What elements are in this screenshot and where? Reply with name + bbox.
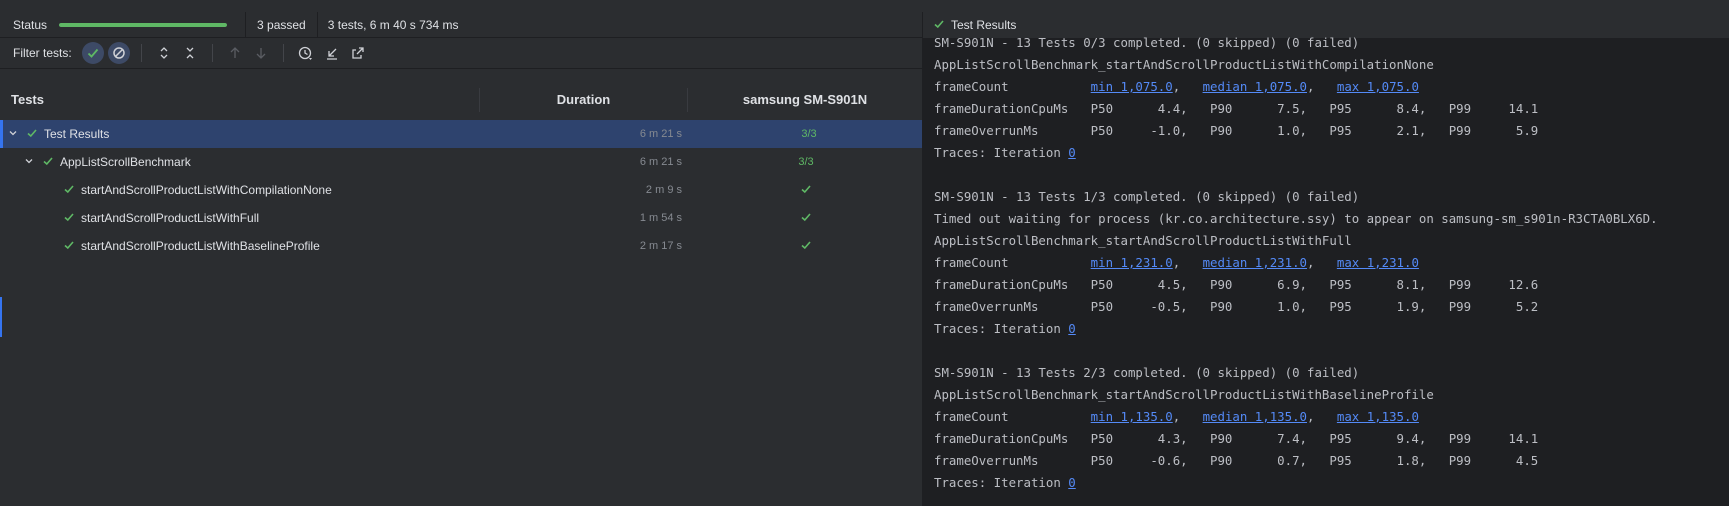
trace-iteration-link[interactable]: 0 — [1068, 475, 1075, 490]
tree-row-test[interactable]: startAndScrollProductListWithFull 1 m 54… — [0, 204, 922, 232]
toolbar-separator — [140, 44, 142, 62]
passed-check-icon — [63, 183, 75, 198]
device-result: 3/3 — [798, 156, 814, 168]
device-result: 3/3 — [801, 128, 817, 140]
tree-row-test[interactable]: startAndScrollProductListWithBaselinePro… — [0, 232, 922, 260]
separator — [316, 12, 318, 37]
show-ignored-icon[interactable] — [107, 42, 130, 64]
console-line: frameOverrunMs P50 -0.5, P90 1.0, P95 1.… — [934, 299, 1539, 314]
console-line: Traces: Iteration 0 — [934, 318, 1658, 340]
tree-item-label: startAndScrollProductListWithCompilation… — [81, 183, 332, 197]
toolbar-separator — [282, 44, 284, 62]
traces-label: Traces: Iteration — [934, 145, 1069, 160]
progress-bar — [59, 22, 228, 27]
tree-item-label: startAndScrollProductListWithBaselinePro… — [81, 239, 320, 253]
output-title: Test Results — [951, 18, 1017, 32]
previous-failed-icon[interactable] — [224, 42, 246, 64]
frame-count-min-link[interactable]: min 1,075.0 — [1091, 79, 1173, 94]
metric-label: frameCount — [934, 409, 1009, 424]
console-line: Traces: Iteration 0 — [934, 472, 1658, 494]
passed-check-icon — [26, 127, 38, 142]
traces-label: Traces: Iteration — [934, 475, 1069, 490]
frame-count-median-link[interactable]: median 1,075.0 — [1203, 79, 1307, 94]
progress-fill — [59, 22, 228, 27]
chevron-down-icon[interactable] — [24, 155, 38, 169]
tree-item-label: Test Results — [44, 127, 110, 141]
duration-value: 2 m 9 s — [645, 184, 682, 196]
test-runner-panel: Status 3 passed 3 tests, 6 m 40 s 734 ms… — [0, 12, 922, 506]
console-line: frameOverrunMs P50 -1.0, P90 1.0, P95 2.… — [934, 123, 1539, 138]
traces-label: Traces: Iteration — [934, 321, 1069, 336]
status-label: Status — [13, 17, 48, 32]
frame-count-min-link[interactable]: min 1,135.0 — [1091, 409, 1173, 424]
frame-count-max-link[interactable]: max 1,075.0 — [1337, 79, 1419, 94]
filter-toolbar: Filter tests: — [0, 38, 922, 69]
filter-label: Filter tests: — [13, 46, 72, 60]
console-line: SM-S901N - 13 Tests 2/3 completed. (0 sk… — [934, 365, 1360, 380]
console-line: frameCount min 1,075.0, median 1,075.0, … — [934, 79, 1419, 94]
test-output-panel: Test Results SM-S901N - 13 Tests 0/3 com… — [923, 12, 1729, 506]
console-line: frameOverrunMs P50 -0.6, P90 0.7, P95 1.… — [934, 453, 1539, 468]
status-summary: 3 tests, 6 m 40 s 734 ms — [327, 17, 459, 32]
status-bar: Status 3 passed 3 tests, 6 m 40 s 734 ms — [0, 12, 922, 38]
tree-row-class[interactable]: AppListScrollBenchmark 6 m 21 s 3/3 — [0, 148, 922, 176]
console-output: SM-S901N - 13 Tests 0/3 completed. (0 sk… — [934, 32, 1658, 494]
frame-count-max-link[interactable]: max 1,231.0 — [1337, 255, 1419, 270]
console-line: AppListScrollBenchmark_startAndScrollPro… — [934, 387, 1434, 402]
console-line: Traces: Iteration 0 — [934, 142, 1658, 164]
console-line: AppListScrollBenchmark_startAndScrollPro… — [934, 57, 1434, 72]
tree-row-test[interactable]: startAndScrollProductListWithCompilation… — [0, 176, 922, 204]
device-result-check-icon — [776, 239, 836, 254]
history-icon[interactable] — [295, 42, 317, 64]
frame-count-min-link[interactable]: min 1,231.0 — [1091, 255, 1173, 270]
collapse-all-icon[interactable] — [179, 42, 201, 64]
trace-iteration-link[interactable]: 0 — [1068, 145, 1075, 160]
import-results-icon[interactable] — [321, 42, 343, 64]
show-passed-icon[interactable] — [81, 42, 104, 64]
console-line: frameCount min 1,135.0, median 1,135.0, … — [934, 409, 1419, 424]
next-failed-icon[interactable] — [250, 42, 272, 64]
column-header-duration[interactable]: Duration — [480, 87, 688, 112]
passed-check-icon — [42, 155, 54, 170]
expand-all-icon[interactable] — [153, 42, 175, 64]
passed-check-icon — [933, 18, 945, 33]
tree-row-root[interactable]: Test Results 6 m 21 s 3/3 — [0, 120, 922, 148]
duration-value: 6 m 21 s — [639, 156, 682, 168]
export-results-icon[interactable] — [347, 42, 369, 64]
console-line: Timed out waiting for process (kr.co.arc… — [934, 211, 1658, 226]
console-line: frameCount min 1,231.0, median 1,231.0, … — [934, 255, 1419, 270]
console-line: AppListScrollBenchmark_startAndScrollPro… — [934, 233, 1352, 248]
duration-value: 6 m 21 s — [639, 128, 682, 140]
tree-item-label: startAndScrollProductListWithFull — [81, 211, 260, 225]
passed-check-icon — [63, 239, 75, 254]
frame-count-median-link[interactable]: median 1,135.0 — [1203, 409, 1307, 424]
duration-value: 1 m 54 s — [639, 212, 682, 224]
passed-check-icon — [63, 211, 75, 226]
device-result-check-icon — [776, 183, 836, 198]
toolbar-separator — [211, 44, 213, 62]
passed-count: 3 passed — [257, 17, 306, 32]
console-line: frameDurationCpuMs P50 4.4, P90 7.5, P95… — [934, 101, 1539, 116]
frame-count-max-link[interactable]: max 1,135.0 — [1337, 409, 1419, 424]
device-result-check-icon — [776, 211, 836, 226]
table-header: Tests Duration samsung SM-S901N — [0, 78, 922, 122]
duration-value: 2 m 17 s — [639, 240, 682, 252]
left-edge-accent — [0, 297, 2, 337]
frame-count-median-link[interactable]: median 1,231.0 — [1203, 255, 1307, 270]
column-header-device[interactable]: samsung SM-S901N — [688, 88, 922, 112]
column-header-tests[interactable]: Tests — [0, 87, 480, 112]
tree-item-label: AppListScrollBenchmark — [60, 155, 191, 169]
metric-label: frameCount — [934, 79, 1009, 94]
chevron-down-icon[interactable] — [8, 127, 22, 141]
separator — [245, 12, 247, 37]
trace-iteration-link[interactable]: 0 — [1068, 321, 1075, 336]
metric-label: frameCount — [934, 255, 1009, 270]
console-line: SM-S901N - 13 Tests 1/3 completed. (0 sk… — [934, 189, 1360, 204]
console-line: frameDurationCpuMs P50 4.3, P90 7.4, P95… — [934, 431, 1539, 446]
console-line: frameDurationCpuMs P50 4.5, P90 6.9, P95… — [934, 277, 1539, 292]
console-line: SM-S901N - 13 Tests 0/3 completed. (0 sk… — [934, 35, 1360, 50]
